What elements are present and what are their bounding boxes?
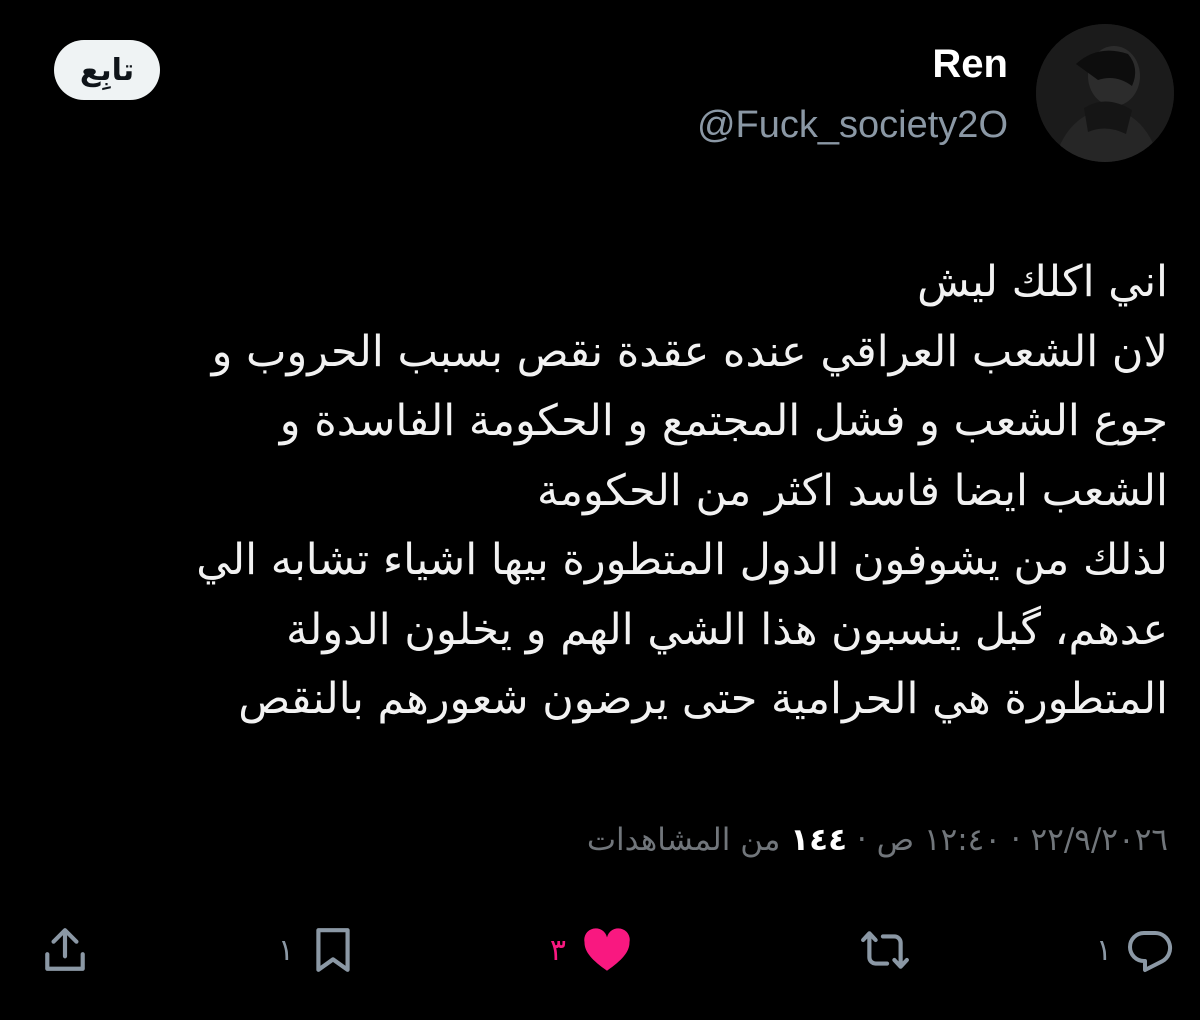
reply-count: ١: [1095, 932, 1112, 968]
share-button[interactable]: [26, 918, 90, 982]
avatar[interactable]: [1036, 24, 1174, 162]
tweet-line: جوع الشعب و فشل المجتمع و الحكومة الفاسد…: [279, 396, 1168, 446]
like-button[interactable]: ٣: [550, 918, 634, 982]
avatar-photo-icon: [1036, 24, 1174, 162]
tweet-time[interactable]: ١٢:٤٠ ص: [877, 822, 1001, 858]
meta-separator: ·: [1000, 822, 1031, 858]
display-name[interactable]: Ren: [932, 42, 1008, 87]
heart-icon: [584, 928, 630, 971]
retweet-icon: [861, 931, 909, 969]
bookmark-button[interactable]: ١: [278, 918, 358, 982]
share-icon: [45, 928, 85, 971]
reply-button[interactable]: ١: [1096, 918, 1174, 982]
tweet-line: لذلك من يشوفون الدول المتطورة بيها اشياء…: [196, 535, 1168, 585]
tweet-line: الشعب ايضا فاسد اكثر من الحكومة: [536, 465, 1168, 516]
tweet-text: اني اكلك ليش لان الشعب العراقي عنده عقدة…: [128, 248, 1168, 735]
follow-button[interactable]: تابِع: [54, 40, 160, 100]
tweet-line: لان الشعب العراقي عنده عقدة نقص بسبب الح…: [211, 326, 1168, 377]
tweet-line: اني اكلك ليش: [917, 257, 1168, 307]
views-count[interactable]: ١٤٤: [790, 822, 847, 858]
tweet-line: المتطورة هي الحرامية حتى يرضون شعورهم با…: [238, 674, 1168, 724]
like-count: ٣: [549, 932, 566, 968]
views-label: من المشاهدات: [586, 822, 791, 858]
tweet-line: عدهم، گبل ينسبون هذا الشي الهم و يخلون ا…: [286, 604, 1168, 655]
meta-separator: ·: [847, 822, 877, 858]
tweet-date[interactable]: ٢٢/٩/٢٠٢٦: [1031, 822, 1168, 858]
retweet-button[interactable]: [846, 918, 910, 982]
bookmark-count: ١: [277, 932, 294, 968]
user-handle[interactable]: @Fuck_society2O: [697, 104, 1008, 147]
bookmark-icon: [316, 928, 350, 972]
tweet-meta: ٢٢/٩/٢٠٢٦ · ١٢:٤٠ ص · ١٤٤ من المشاهدات: [587, 822, 1168, 858]
reply-icon: [1128, 930, 1173, 972]
